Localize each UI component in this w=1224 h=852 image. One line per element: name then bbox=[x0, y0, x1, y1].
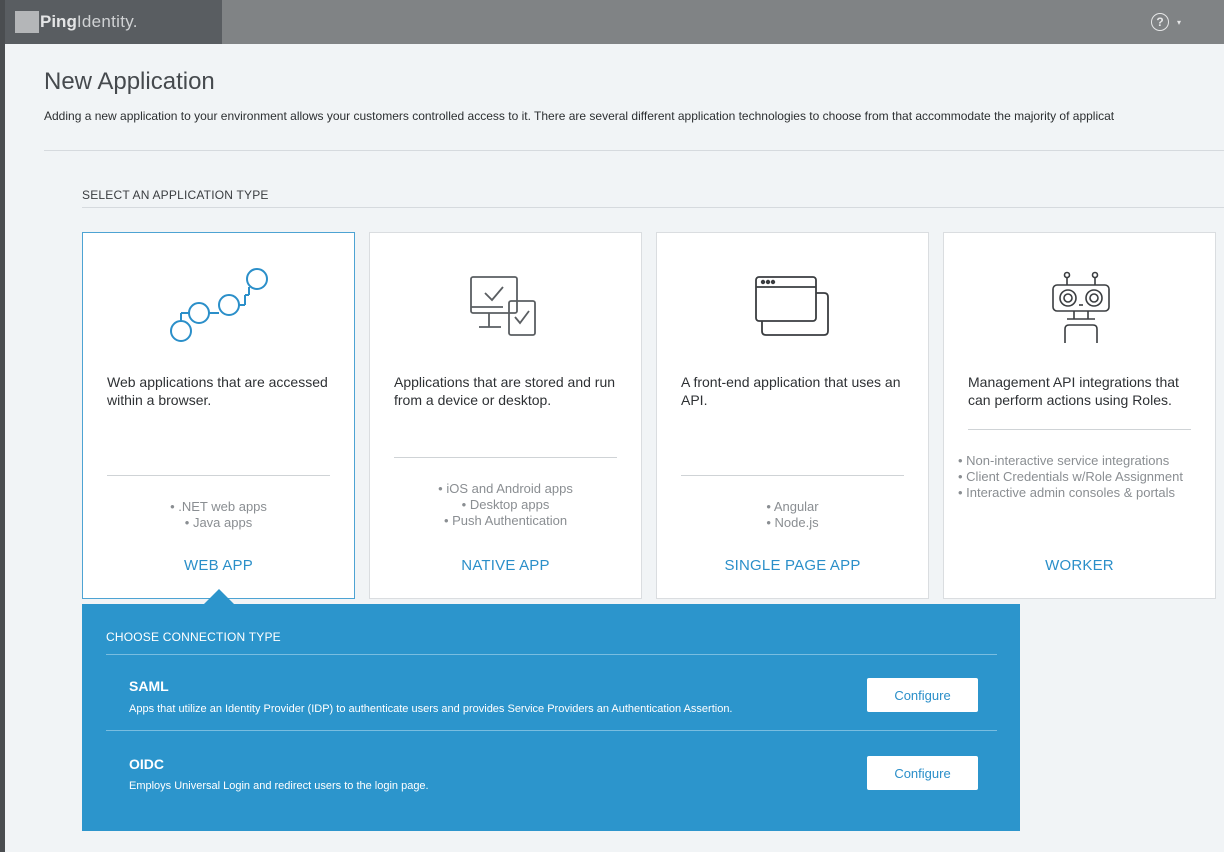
list-item: Java apps bbox=[83, 515, 354, 531]
panel-title: CHOOSE CONNECTION TYPE bbox=[106, 630, 281, 644]
list-item: iOS and Android apps bbox=[370, 481, 641, 497]
card-feature-list: Non-interactive service integrations Cli… bbox=[958, 453, 1205, 501]
card-type-label: WORKER bbox=[1045, 557, 1114, 574]
logo-mark-icon bbox=[15, 11, 39, 33]
divider bbox=[82, 207, 1224, 208]
card-divider bbox=[394, 457, 617, 458]
selected-card-pointer bbox=[203, 589, 235, 605]
list-item: Node.js bbox=[657, 515, 928, 531]
connection-description-saml: Apps that utilize an Identity Provider (… bbox=[129, 703, 733, 715]
connection-name-oidc: OIDC bbox=[129, 756, 164, 772]
list-item: Client Credentials w/Role Assignment bbox=[958, 469, 1205, 485]
card-feature-list: iOS and Android apps Desktop apps Push A… bbox=[370, 481, 641, 529]
card-description: A front-end application that uses an API… bbox=[681, 374, 901, 408]
help-menu-button[interactable]: ? ▾ bbox=[1151, 10, 1195, 34]
list-item: .NET web apps bbox=[83, 499, 354, 515]
connection-name-saml: SAML bbox=[129, 678, 169, 694]
section-title: SELECT AN APPLICATION TYPE bbox=[82, 188, 269, 202]
card-feature-list: .NET web apps Java apps bbox=[83, 499, 354, 531]
logo-text-light: Identity. bbox=[76, 12, 138, 31]
page-title: New Application bbox=[44, 68, 215, 95]
list-item: Push Authentication bbox=[370, 513, 641, 529]
card-type-label: WEB APP bbox=[184, 557, 253, 574]
configure-oidc-button[interactable]: Configure bbox=[867, 756, 978, 790]
list-item: Interactive admin consoles & portals bbox=[958, 485, 1205, 501]
question-circle-icon: ? bbox=[1151, 13, 1169, 31]
card-type-label: SINGLE PAGE APP bbox=[724, 557, 861, 574]
card-divider bbox=[107, 475, 330, 476]
divider bbox=[106, 654, 997, 655]
list-item: Non-interactive service integrations bbox=[958, 453, 1205, 469]
logo-text-bold: Ping bbox=[40, 12, 77, 31]
top-navigation-bar: Ping Identity. ? ▾ bbox=[5, 0, 1224, 44]
chevron-down-icon: ▾ bbox=[1177, 17, 1182, 27]
configure-saml-button[interactable]: Configure bbox=[867, 678, 978, 712]
card-divider bbox=[968, 429, 1191, 430]
page-description: Adding a new application to your environ… bbox=[44, 109, 1115, 123]
card-description: Management API integrations that can per… bbox=[968, 374, 1179, 408]
divider bbox=[44, 150, 1224, 151]
list-item: Angular bbox=[657, 499, 928, 515]
card-description: Applications that are stored and run fro… bbox=[394, 374, 616, 408]
desktop-device-check-icon bbox=[370, 265, 641, 349]
card-description: Web applications that are accessed withi… bbox=[107, 374, 328, 408]
window-left-edge bbox=[0, 0, 5, 852]
app-type-card-single-page-app[interactable]: A front-end application that uses an API… bbox=[656, 232, 929, 599]
robot-icon bbox=[944, 265, 1215, 349]
ping-identity-logo[interactable]: Ping Identity. bbox=[5, 0, 222, 44]
connection-type-panel: CHOOSE CONNECTION TYPE SAML Apps that ut… bbox=[82, 604, 1020, 831]
browser-windows-icon bbox=[657, 265, 928, 349]
app-type-card-web-app[interactable]: Web applications that are accessed withi… bbox=[82, 232, 355, 599]
card-divider bbox=[681, 475, 904, 476]
app-type-card-native-app[interactable]: Applications that are stored and run fro… bbox=[369, 232, 642, 599]
list-item: Desktop apps bbox=[370, 497, 641, 513]
connection-description-oidc: Employs Universal Login and redirect use… bbox=[129, 780, 429, 792]
workflow-nodes-icon bbox=[83, 265, 354, 349]
card-type-label: NATIVE APP bbox=[461, 557, 550, 574]
card-feature-list: Angular Node.js bbox=[657, 499, 928, 531]
divider bbox=[106, 730, 997, 731]
app-type-card-worker[interactable]: Management API integrations that can per… bbox=[943, 232, 1216, 599]
